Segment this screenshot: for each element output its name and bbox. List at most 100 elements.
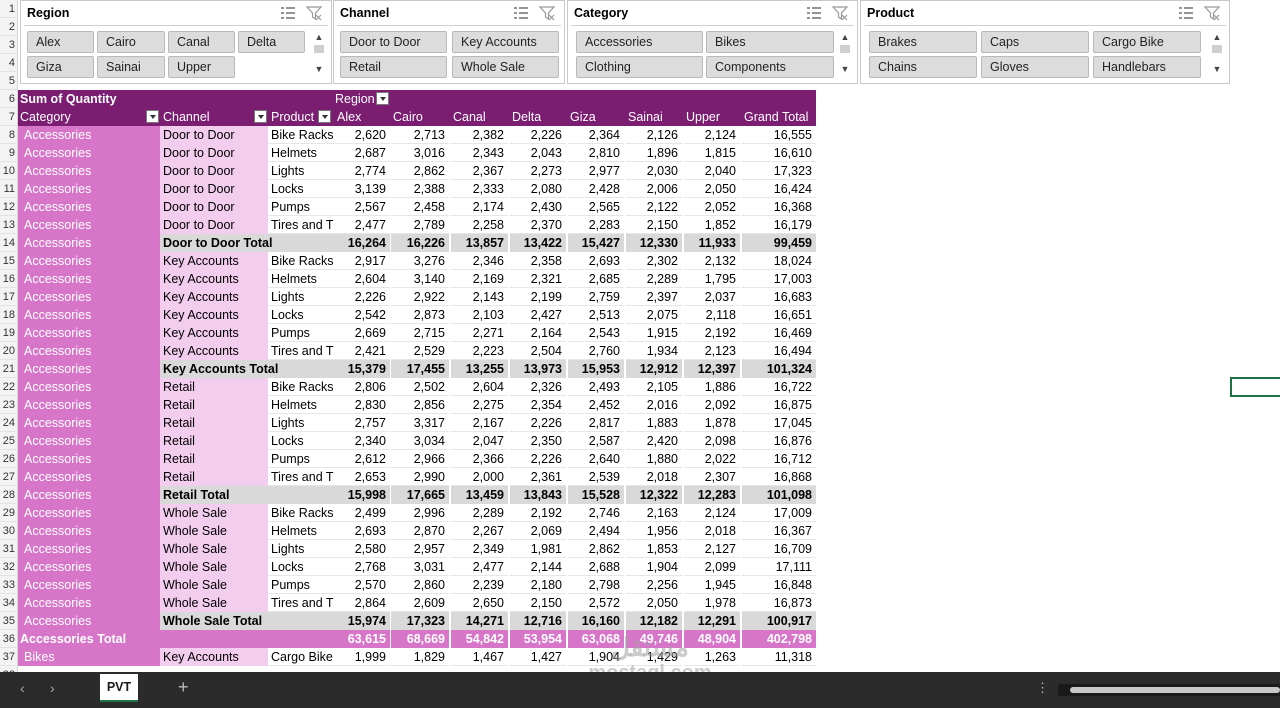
value-cell[interactable]: 2,321 <box>510 270 566 288</box>
value-cell[interactable]: 2,043 <box>510 144 566 162</box>
row-header[interactable]: 33 <box>0 576 18 594</box>
row-header[interactable]: 20 <box>0 342 18 360</box>
value-cell[interactable]: 2,364 <box>568 126 624 144</box>
value-cell[interactable]: 2,430 <box>510 198 566 216</box>
value-cell[interactable]: 12,397 <box>684 360 740 378</box>
value-cell[interactable]: 2,687 <box>335 144 390 162</box>
category-cell[interactable]: Accessories <box>18 594 160 612</box>
channel-cell[interactable]: Door to Door <box>160 216 268 234</box>
value-cell[interactable]: 16,367 <box>742 522 816 540</box>
row-header[interactable]: 2 <box>0 18 18 36</box>
row-header[interactable]: 16 <box>0 270 18 288</box>
product-cell[interactable]: Bike Racks <box>268 378 335 396</box>
value-cell[interactable]: 16,424 <box>742 180 816 198</box>
value-cell[interactable]: 1,904 <box>568 648 624 666</box>
category-cell[interactable]: Accessories <box>18 540 160 558</box>
row-header[interactable]: 35 <box>0 612 18 630</box>
value-cell[interactable]: 3,317 <box>391 414 449 432</box>
value-cell[interactable]: 2,860 <box>391 576 449 594</box>
value-cell[interactable]: 2,604 <box>451 378 508 396</box>
value-cell[interactable]: 2,239 <box>451 576 508 594</box>
value-cell[interactable]: 1,853 <box>626 540 682 558</box>
product-cell[interactable]: Tires and T <box>268 342 335 360</box>
value-cell[interactable]: 2,050 <box>626 594 682 612</box>
row-header[interactable]: 37 <box>0 648 18 666</box>
value-cell[interactable]: 2,199 <box>510 288 566 306</box>
value-cell[interactable]: 1,263 <box>684 648 740 666</box>
value-cell[interactable]: 16,876 <box>742 432 816 450</box>
channel-cell[interactable]: Key Accounts <box>160 324 268 342</box>
value-cell[interactable]: 2,343 <box>451 144 508 162</box>
slicer-item-components[interactable]: Components <box>706 56 834 78</box>
category-total-label[interactable]: Accessories Total <box>18 630 335 648</box>
value-cell[interactable]: 15,379 <box>335 360 390 378</box>
category-cell[interactable]: Accessories <box>18 288 160 306</box>
product-cell[interactable]: Pumps <box>268 576 335 594</box>
product-filter-dropdown[interactable] <box>318 110 331 123</box>
category-cell[interactable]: Accessories <box>18 468 160 486</box>
value-cell[interactable]: 16,179 <box>742 216 816 234</box>
row-header[interactable]: 7 <box>0 108 18 126</box>
value-cell[interactable]: 16,226 <box>391 234 449 252</box>
clear-filter-icon[interactable] <box>538 4 556 22</box>
channel-cell[interactable]: Door to Door <box>160 144 268 162</box>
value-cell[interactable]: 2,354 <box>510 396 566 414</box>
row-header[interactable]: 30 <box>0 522 18 540</box>
value-cell[interactable]: 1,815 <box>684 144 740 162</box>
row-header[interactable]: 28 <box>0 486 18 504</box>
multi-select-icon[interactable] <box>1177 4 1195 22</box>
value-cell[interactable]: 2,105 <box>626 378 682 396</box>
value-cell[interactable]: 2,810 <box>568 144 624 162</box>
row-header[interactable]: 14 <box>0 234 18 252</box>
channel-cell[interactable]: Whole Sale <box>160 558 268 576</box>
value-cell[interactable]: 2,856 <box>391 396 449 414</box>
category-cell[interactable]: Accessories <box>18 198 160 216</box>
channel-cell[interactable]: Key Accounts <box>160 270 268 288</box>
value-cell[interactable]: 12,291 <box>684 612 740 630</box>
product-cell[interactable]: Helmets <box>268 270 335 288</box>
value-cell[interactable]: 16,160 <box>568 612 624 630</box>
slicer-item-sainai[interactable]: Sainai <box>97 56 165 78</box>
value-cell[interactable]: 2,570 <box>335 576 390 594</box>
slicer-item-cairo[interactable]: Cairo <box>97 31 165 53</box>
value-cell[interactable]: 2,075 <box>626 306 682 324</box>
slicer-item-handlebars[interactable]: Handlebars <box>1093 56 1201 78</box>
value-cell[interactable]: 16,873 <box>742 594 816 612</box>
value-cell[interactable]: 1,904 <box>626 558 682 576</box>
channel-cell[interactable]: Whole Sale <box>160 576 268 594</box>
category-cell[interactable]: Accessories <box>18 558 160 576</box>
category-cell[interactable]: Accessories <box>18 396 160 414</box>
more-options-icon[interactable]: ⋮ <box>1036 680 1049 696</box>
value-cell[interactable]: 2,275 <box>451 396 508 414</box>
value-cell[interactable]: 17,003 <box>742 270 816 288</box>
value-cell[interactable]: 2,040 <box>684 162 740 180</box>
value-cell[interactable]: 2,760 <box>568 342 624 360</box>
product-cell[interactable]: Helmets <box>268 522 335 540</box>
value-cell[interactable]: 2,620 <box>335 126 390 144</box>
value-cell[interactable]: 2,143 <box>451 288 508 306</box>
value-cell[interactable]: 16,610 <box>742 144 816 162</box>
channel-cell[interactable]: Key Accounts <box>160 306 268 324</box>
product-cell[interactable]: Lights <box>268 162 335 180</box>
value-cell[interactable]: 2,499 <box>335 504 390 522</box>
value-cell[interactable]: 2,494 <box>568 522 624 540</box>
row-header[interactable]: 17 <box>0 288 18 306</box>
channel-cell[interactable]: Door to Door <box>160 180 268 198</box>
value-cell[interactable]: 2,124 <box>684 504 740 522</box>
value-cell[interactable]: 2,030 <box>626 162 682 180</box>
value-cell[interactable]: 2,283 <box>568 216 624 234</box>
value-cell[interactable]: 2,256 <box>626 576 682 594</box>
row-header[interactable]: 34 <box>0 594 18 612</box>
value-cell[interactable]: 2,271 <box>451 324 508 342</box>
value-cell[interactable]: 2,122 <box>626 198 682 216</box>
value-cell[interactable]: 2,126 <box>626 126 682 144</box>
value-cell[interactable]: 2,640 <box>568 450 624 468</box>
value-cell[interactable]: 1,829 <box>391 648 449 666</box>
value-cell[interactable]: 2,169 <box>451 270 508 288</box>
value-cell[interactable]: 2,685 <box>568 270 624 288</box>
value-cell[interactable]: 100,917 <box>742 612 816 630</box>
value-cell[interactable]: 2,806 <box>335 378 390 396</box>
value-cell[interactable]: 2,757 <box>335 414 390 432</box>
value-cell[interactable]: 16,848 <box>742 576 816 594</box>
value-cell[interactable]: 2,565 <box>568 198 624 216</box>
